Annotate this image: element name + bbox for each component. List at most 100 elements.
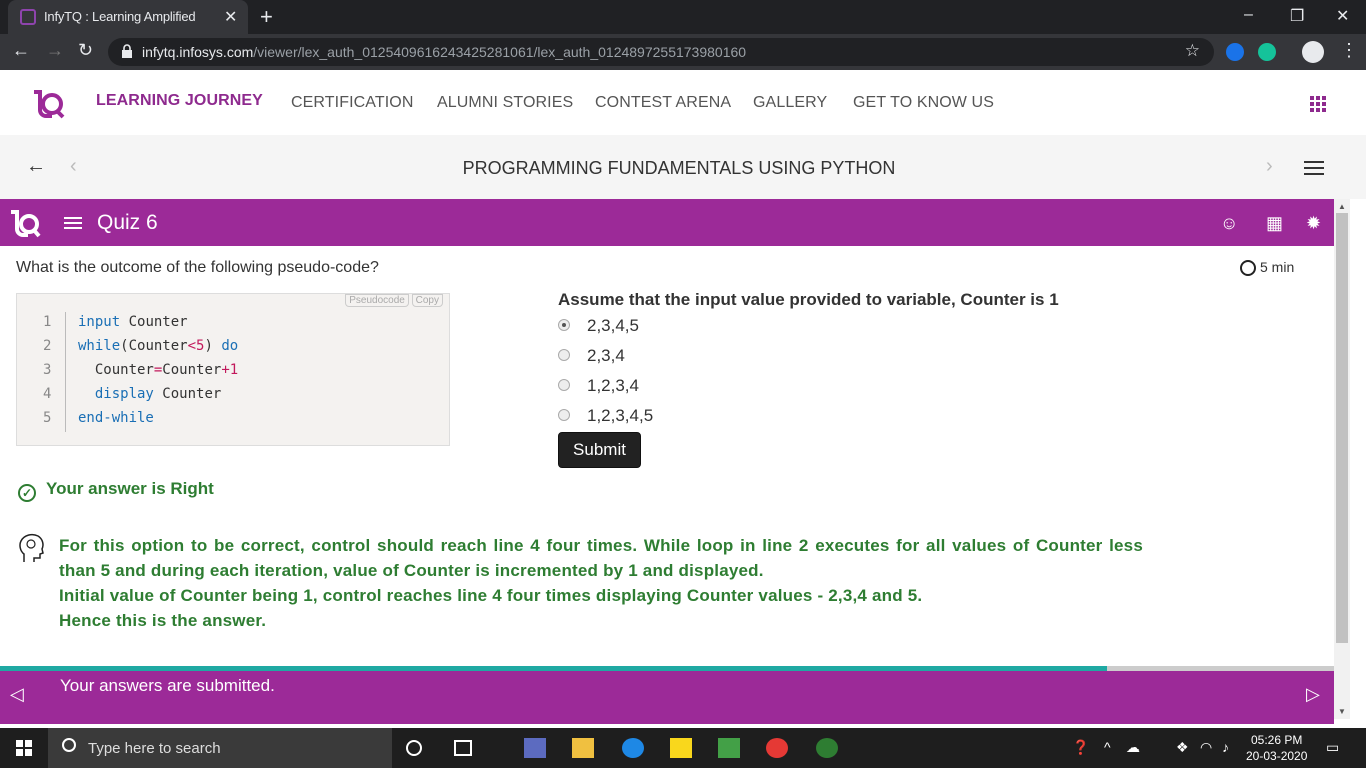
browser-menu-icon[interactable]: ⋮	[1340, 40, 1358, 61]
dropbox-icon[interactable]: ❖	[1176, 739, 1189, 756]
code-text: end-while	[78, 410, 154, 426]
nav-certification[interactable]: CERTIFICATION	[291, 94, 414, 112]
explanation-paragraph: Hence this is the answer.	[59, 611, 267, 630]
url-host: infytq.infosys.com	[142, 44, 254, 60]
explanation-paragraph: For this option to be correct, control s…	[59, 536, 1143, 580]
task-view-icon[interactable]	[454, 740, 472, 756]
code-block: Pseudocode Copy 1 input Counter 2 while(…	[16, 293, 450, 446]
forward-arrow-icon[interactable]: →	[46, 40, 64, 61]
course-title: PROGRAMMING FUNDAMENTALS USING PYTHON	[462, 158, 896, 178]
browser-tab[interactable]: InfyTQ : Learning Amplified ✕	[8, 0, 248, 34]
submitted-message: Your answers are submitted.	[60, 676, 275, 695]
wifi-icon[interactable]: ◠	[1200, 739, 1212, 756]
radio-button[interactable]	[558, 349, 570, 361]
course-toolbar: ← ‹ PROGRAMMING FUNDAMENTALS USING PYTHO…	[0, 135, 1366, 199]
taskbar-search-input[interactable]: Type here to search	[48, 728, 392, 768]
scroll-up-icon[interactable]: ▲	[1338, 202, 1346, 211]
quiz-timer: 5 min	[1240, 259, 1295, 277]
content-scrollbar[interactable]: ▲ ▼	[1334, 199, 1350, 719]
copy-code-button[interactable]: Copy	[411, 294, 443, 307]
charts-app-icon[interactable]	[718, 738, 740, 758]
radio-button-selected[interactable]	[558, 319, 570, 331]
cortana-icon[interactable]	[406, 740, 422, 756]
scroll-down-icon[interactable]: ▼	[1338, 707, 1346, 716]
grammarly-extension-icon[interactable]	[1258, 43, 1276, 61]
windows-start-icon[interactable]	[16, 740, 32, 756]
tray-chevron-icon[interactable]: ^	[1104, 739, 1111, 755]
line-number: 5	[43, 410, 52, 426]
code-text: while(Counter<5) do	[78, 338, 239, 354]
code-text: Counter=Counter+1	[78, 362, 239, 378]
clock-time: 05:26 PM	[1251, 733, 1303, 747]
sticky-notes-icon[interactable]	[670, 738, 692, 758]
windows-taskbar: Type here to search ❓ ^ ☁ ❖ ◠ ♪ 05:26 PM…	[0, 728, 1366, 768]
question-text: What is the outcome of the following pse…	[16, 259, 379, 276]
line-number: 2	[43, 338, 52, 354]
help-icon[interactable]: ❓	[1072, 739, 1089, 756]
tab-close-icon[interactable]: ✕	[224, 7, 237, 27]
minimize-icon[interactable]: –	[1244, 6, 1253, 24]
option-label[interactable]: 2,3,4,5	[587, 316, 639, 336]
brain-head-icon	[19, 533, 44, 562]
explanation-paragraph: Initial value of Counter being 1, contro…	[59, 586, 923, 605]
nav-learning-journey[interactable]: LEARNING JOURNEY	[96, 92, 263, 110]
infytq-logo[interactable]	[30, 86, 66, 120]
url-path: /viewer/lex_auth_012540961624342528​1061…	[253, 44, 747, 60]
smiley-icon[interactable]: ☺	[1220, 213, 1238, 234]
radio-button[interactable]	[558, 379, 570, 391]
chrome-icon[interactable]	[766, 738, 788, 758]
url-input[interactable]: infytq.infosys.com/viewer/lex_auth_01254…	[108, 38, 1214, 66]
lock-icon	[122, 44, 132, 58]
volume-icon[interactable]: ♪	[1222, 739, 1229, 755]
search-icon	[62, 738, 76, 752]
previous-triangle-icon[interactable]: ◁	[10, 684, 24, 705]
course-menu-icon[interactable]	[1304, 161, 1324, 179]
nav-get-to-know-us[interactable]: GET TO KNOW US	[853, 94, 994, 112]
nav-contest-arena[interactable]: CONTEST ARENA	[595, 94, 731, 112]
apps-grid-icon[interactable]	[1310, 96, 1326, 112]
window-close-icon[interactable]: ✕	[1336, 6, 1349, 26]
quiz-footer: ◁ Your answers are submitted. ▷	[0, 671, 1334, 724]
new-tab-icon[interactable]: +	[260, 4, 273, 30]
atom-icon[interactable]	[816, 738, 838, 758]
option-label[interactable]: 1,2,3,4,5	[587, 406, 653, 426]
file-explorer-icon[interactable]	[572, 738, 594, 758]
calendar-icon[interactable]: ▦	[1266, 213, 1283, 234]
system-clock[interactable]: 05:26 PM 20-03-2020	[1246, 732, 1307, 764]
clock-date: 20-03-2020	[1246, 749, 1308, 763]
nav-gallery[interactable]: GALLERY	[753, 94, 827, 112]
notifications-icon[interactable]: ▭	[1326, 739, 1339, 756]
tab-title: InfyTQ : Learning Amplified	[44, 9, 196, 24]
option-label[interactable]: 2,3,4	[587, 346, 625, 366]
line-number: 1	[43, 314, 52, 330]
address-bar-row: ← → ↻ infytq.infosys.com/viewer/lex_auth…	[0, 34, 1366, 70]
edge-icon[interactable]	[622, 738, 644, 758]
explanation-text: For this option to be correct, control s…	[59, 533, 1143, 633]
nav-alumni-stories[interactable]: ALUMNI STORIES	[437, 94, 573, 112]
result-message: ✓ Your answer is Right	[18, 479, 214, 502]
line-number: 3	[43, 362, 52, 378]
restore-icon[interactable]: ❐	[1290, 6, 1304, 26]
timer-value: 5 min	[1260, 259, 1295, 275]
visual-studio-icon[interactable]	[524, 738, 546, 758]
next-triangle-icon[interactable]: ▷	[1306, 684, 1320, 705]
code-text: display Counter	[94, 386, 222, 402]
profile-avatar[interactable]	[1302, 41, 1324, 63]
scrollbar-thumb[interactable]	[1336, 213, 1348, 643]
bookmark-star-icon[interactable]: ☆	[1185, 41, 1200, 61]
radio-button[interactable]	[558, 409, 570, 421]
browser-tab-strip: InfyTQ : Learning Amplified ✕ + – ❐ ✕	[0, 0, 1366, 34]
back-arrow-icon[interactable]: ←	[12, 40, 30, 61]
code-gutter-divider	[65, 312, 66, 432]
stopwatch-icon	[1240, 260, 1256, 277]
hp-extension-icon[interactable]	[1226, 43, 1244, 61]
settings-gear-icon[interactable]: ✹	[1306, 213, 1321, 234]
option-label[interactable]: 1,2,3,4	[587, 376, 639, 396]
next-chevron-icon[interactable]: ›	[1266, 155, 1273, 178]
submit-button[interactable]: Submit	[558, 432, 641, 468]
infytq-quiz-logo	[11, 210, 41, 238]
reload-icon[interactable]: ↻	[78, 40, 93, 61]
quiz-menu-icon[interactable]	[64, 217, 82, 232]
onedrive-icon[interactable]: ☁	[1126, 739, 1140, 756]
quiz-header: Quiz 6 ☺ ▦ ✹	[0, 199, 1334, 246]
